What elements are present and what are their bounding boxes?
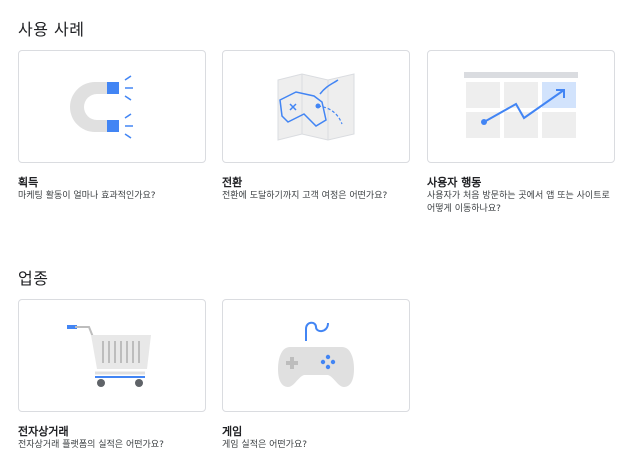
card-ecommerce-title: 전자상거래 [18, 425, 69, 438]
card-conversion[interactable] [222, 50, 410, 163]
card-acquisition-title: 획득 [18, 176, 39, 189]
card-user-behavior-description: 사용자가 처음 방문하는 곳에서 앱 또는 사이트로 어떻게 이동하나요? [427, 191, 610, 214]
trend-chart-icon [464, 71, 578, 138]
gamepad-icon [278, 321, 354, 387]
section-title-industries: 업종 [18, 269, 49, 288]
shopping-cart-icon [67, 324, 151, 387]
section-title-use-cases: 사용 사례 [18, 20, 85, 39]
card-ecommerce-description: 전자상거래 플랫폼의 실적은 어떤가요? [18, 440, 164, 450]
card-acquisition-description: 마케팅 활동이 얼마나 효과적인가요? [18, 191, 156, 201]
card-conversion-description: 전환에 도달하기까지 고객 여정은 어떤가요? [222, 191, 388, 201]
map-icon [277, 72, 355, 141]
card-games-description: 게임 실적은 어떤가요? [222, 440, 308, 450]
card-user-behavior[interactable] [427, 50, 615, 163]
card-games[interactable] [222, 299, 410, 412]
card-games-title: 게임 [222, 425, 243, 438]
magnet-icon [70, 74, 133, 139]
card-user-behavior-title: 사용자 행동 [427, 176, 482, 189]
card-conversion-title: 전환 [222, 176, 243, 189]
card-ecommerce[interactable] [18, 299, 206, 412]
card-acquisition[interactable] [18, 50, 206, 163]
